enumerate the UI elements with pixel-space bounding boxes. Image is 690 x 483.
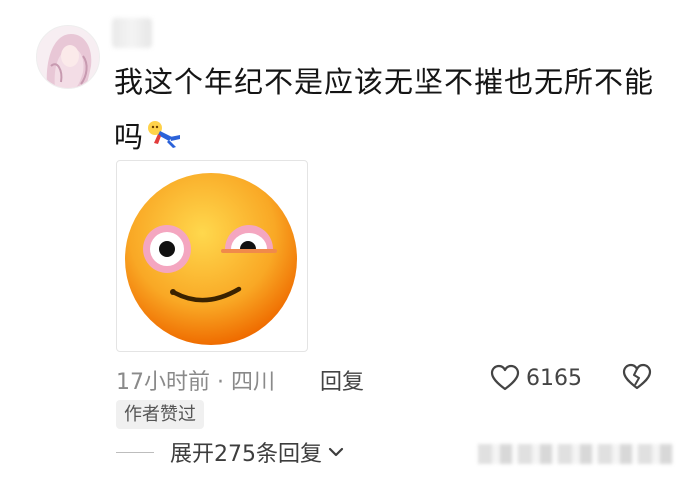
avatar-image	[37, 26, 99, 88]
expand-replies-label[interactable]: 展开275条回复	[170, 436, 322, 468]
like-button[interactable]: 6165	[490, 362, 582, 394]
username[interactable]	[112, 18, 152, 48]
comment-meta: 17小时前 · 四川 回复 6165	[116, 362, 676, 396]
comment-text: 我这个年纪不是应该无坚不摧也无所不能吗	[114, 55, 654, 167]
time-location: 17小时前 · 四川	[116, 370, 275, 395]
falling-person-emoji-icon	[146, 112, 182, 167]
chevron-down-icon[interactable]	[328, 446, 344, 458]
comment-image[interactable]	[116, 160, 308, 352]
watermark	[478, 444, 674, 464]
heart-outline-icon	[490, 364, 520, 391]
author-liked-badge: 作者赞过	[116, 400, 204, 429]
like-count: 6165	[526, 365, 582, 391]
expand-replies[interactable]: 展开275条回复	[116, 436, 344, 468]
smirk-emoji-icon	[125, 173, 297, 345]
reply-button[interactable]: 回复	[320, 364, 364, 396]
avatar[interactable]	[36, 25, 100, 89]
dislike-button[interactable]	[622, 362, 652, 396]
broken-heart-icon	[622, 363, 652, 390]
divider-line	[116, 451, 154, 453]
comment-body: 我这个年纪不是应该无坚不摧也无所不能吗	[114, 65, 655, 154]
